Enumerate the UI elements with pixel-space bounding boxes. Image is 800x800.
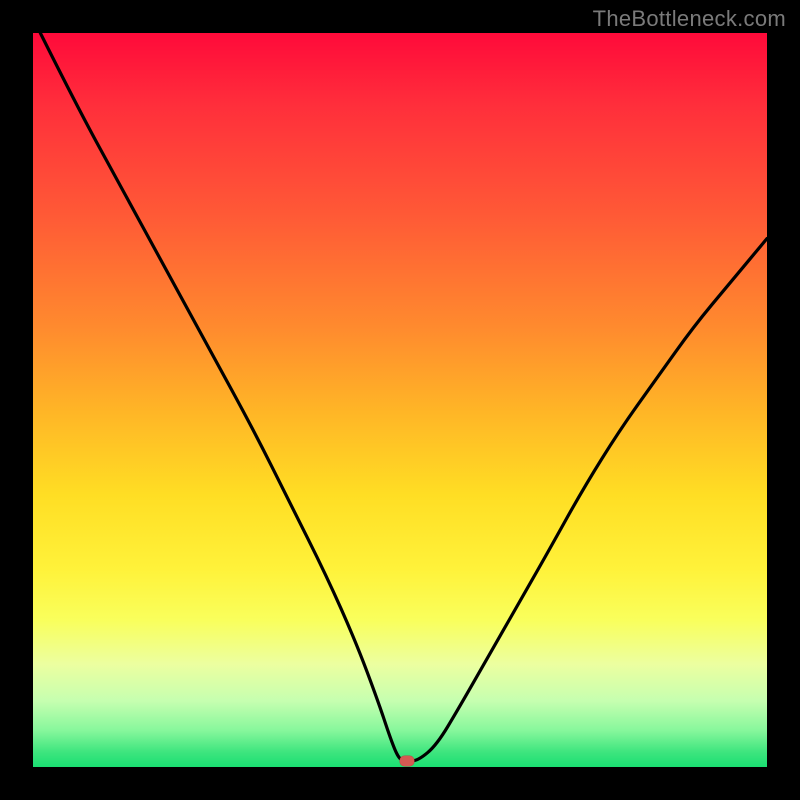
min-marker bbox=[400, 756, 415, 767]
chart-frame: TheBottleneck.com bbox=[0, 0, 800, 800]
watermark-text: TheBottleneck.com bbox=[593, 6, 786, 32]
plot-area bbox=[33, 33, 767, 767]
bottleneck-curve bbox=[33, 33, 767, 767]
